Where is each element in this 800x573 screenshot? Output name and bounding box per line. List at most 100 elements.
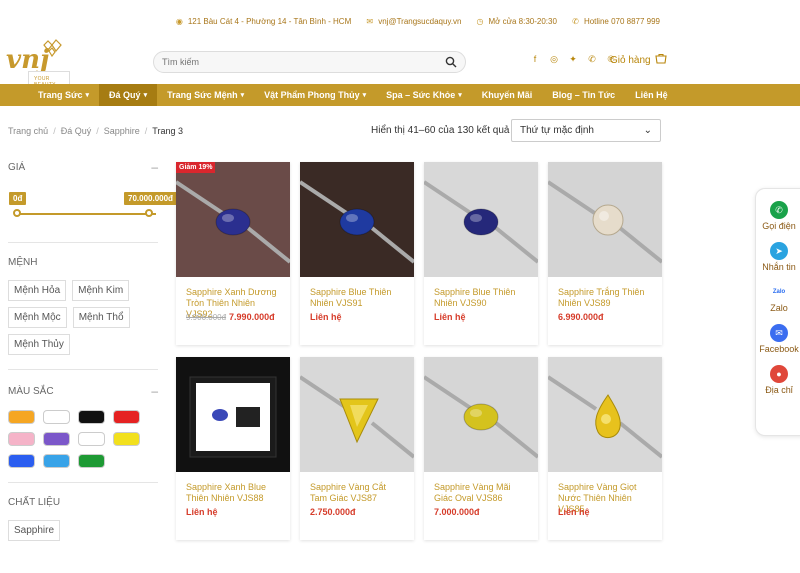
collapse-icon[interactable]: – bbox=[151, 384, 158, 398]
breadcrumb-da-quy[interactable]: Đá Quý bbox=[61, 126, 92, 136]
price-slider-max-handle[interactable] bbox=[145, 209, 153, 217]
color-swatch[interactable] bbox=[113, 432, 140, 446]
tag-menh-thuy[interactable]: Mệnh Thủy bbox=[8, 334, 70, 355]
product-name[interactable]: Sapphire Xanh Dương Tròn Thiên Nhiên VJS… bbox=[176, 277, 290, 319]
product-name[interactable]: Sapphire Vàng Cắt Tam Giác VJS87 bbox=[300, 472, 414, 505]
chevron-down-icon: ▾ bbox=[362, 92, 367, 99]
breadcrumb-home[interactable]: Trang chủ bbox=[8, 126, 48, 136]
main-nav: Trang Sức ▾ Đá Quý ▾ Trang Sức Mệnh ▾ Vật P… bbox=[0, 84, 800, 106]
nav-item-trang-suc[interactable]: Trang Sức ▾ bbox=[28, 84, 99, 106]
price-filter-title[interactable]: GIÁ – bbox=[8, 160, 158, 174]
product-name[interactable]: Sapphire Vàng Mãi Giác Oval VJS86 bbox=[424, 472, 538, 505]
cart-icon bbox=[654, 53, 667, 67]
product-name[interactable]: Sapphire Xanh Blue Thiên Nhiên VJS88 bbox=[176, 472, 290, 505]
facebook-icon[interactable]: f bbox=[530, 54, 540, 64]
product-card[interactable]: Sapphire Trắng Thiên Nhiên VJS89 6.990.00… bbox=[548, 162, 662, 345]
email-link[interactable]: ✉ vnj@Trangsucdaquy.vn bbox=[365, 17, 461, 26]
product-image[interactable] bbox=[300, 162, 414, 277]
color-swatch[interactable] bbox=[8, 432, 35, 446]
product-image[interactable] bbox=[176, 357, 290, 472]
price-max-badge: 70.000.000đ bbox=[124, 192, 177, 205]
sort-select[interactable]: Thứ tự mặc định ⌄ bbox=[511, 119, 661, 142]
product-card[interactable]: Sapphire Xanh Blue Thiên Nhiên VJS88 Liên… bbox=[176, 357, 290, 540]
instagram-icon[interactable]: ◎ bbox=[549, 54, 559, 64]
tag-menh-hoa[interactable]: Mệnh Hỏa bbox=[8, 280, 67, 301]
contact-map-pin[interactable]: ● Địa chỉ bbox=[765, 365, 793, 395]
hotline-link[interactable]: ✆ Hotline 070 8877 999 bbox=[571, 17, 660, 26]
product-name[interactable]: Sapphire Vàng Giọt Nước Thiên Nhiên VJS8… bbox=[548, 472, 662, 514]
search-icon[interactable] bbox=[445, 56, 457, 68]
color-swatch[interactable] bbox=[8, 410, 35, 424]
sort-selected: Thứ tự mặc định bbox=[520, 125, 594, 136]
breadcrumb: Trang chủ / Đá Quý / Sapphire / Trang 3 bbox=[8, 126, 183, 136]
color-swatch[interactable] bbox=[113, 410, 140, 424]
contact-phone[interactable]: ✆ Gọi điện bbox=[762, 201, 796, 231]
cart-link[interactable]: Giỏ hàng bbox=[610, 53, 667, 67]
product-price: 9.900.000đ 7.990.000đ bbox=[176, 310, 290, 324]
nav-item-khuyen-mai[interactable]: Khuyến Mãi bbox=[472, 84, 543, 106]
color-swatch[interactable] bbox=[78, 432, 105, 446]
product-name[interactable]: Sapphire Blue Thiên Nhiên VJS91 bbox=[300, 277, 414, 310]
product-card[interactable]: Sapphire Vàng Giọt Nước Thiên Nhiên VJS8… bbox=[548, 357, 662, 540]
nav-item-vat-pham[interactable]: Vật Phẩm Phong Thủy ▾ bbox=[254, 84, 376, 106]
chevron-down-icon: ▾ bbox=[85, 92, 90, 99]
product-image[interactable] bbox=[300, 357, 414, 472]
product-card[interactable]: Sapphire Vàng Mãi Giác Oval VJS86 7.000.0… bbox=[424, 357, 538, 540]
contact-messenger[interactable]: ✉ Facebook bbox=[759, 324, 799, 354]
location-icon: ◉ bbox=[175, 16, 183, 26]
divider bbox=[8, 242, 158, 243]
product-image[interactable]: Giảm 19% bbox=[176, 162, 290, 277]
nav-item-trang-suc-menh[interactable]: Trang Sức Mệnh ▾ bbox=[157, 84, 254, 106]
nav-item-blog[interactable]: Blog – Tin Tức bbox=[542, 84, 625, 106]
tag-sapphire[interactable]: Sapphire bbox=[8, 520, 61, 541]
current-price: Liên hệ bbox=[310, 312, 342, 322]
product-name[interactable]: Sapphire Blue Thiên Nhiên VJS90 bbox=[424, 277, 538, 310]
phone-icon[interactable]: ✆ bbox=[587, 54, 597, 64]
material-filter-label: CHẤT LIỆU bbox=[8, 497, 61, 508]
nav-item-spa[interactable]: Spa – Sức Khỏe ▾ bbox=[376, 84, 472, 106]
tag-menh-moc[interactable]: Mệnh Mộc bbox=[8, 307, 67, 328]
product-image[interactable] bbox=[548, 357, 662, 472]
nav-item-lien-he[interactable]: Liên Hệ bbox=[625, 84, 678, 106]
color-swatch[interactable] bbox=[78, 454, 105, 468]
product-price: 2.750.000đ bbox=[300, 505, 414, 519]
product-price: Liên hệ bbox=[176, 505, 290, 519]
color-swatch[interactable] bbox=[78, 410, 105, 424]
mail-icon: ✉ bbox=[366, 16, 374, 26]
search-input[interactable] bbox=[162, 57, 445, 67]
product-price: Liên hệ bbox=[424, 310, 538, 324]
color-swatch[interactable] bbox=[43, 454, 70, 468]
price-slider-min-handle[interactable] bbox=[13, 209, 21, 217]
divider bbox=[8, 482, 158, 483]
product-price: Liên hệ bbox=[300, 310, 414, 324]
contact-telegram[interactable]: ➤ Nhắn tin bbox=[762, 242, 796, 272]
color-filter-title[interactable]: MÀU SẮC – bbox=[8, 384, 158, 398]
zalo-icon: Zalo bbox=[770, 283, 788, 301]
color-swatch[interactable] bbox=[43, 410, 70, 424]
chevron-down-icon: ⌄ bbox=[643, 125, 652, 136]
tag-menh-tho[interactable]: Mệnh Thổ bbox=[72, 307, 130, 328]
twitter-icon[interactable]: ✦ bbox=[568, 54, 578, 64]
color-swatch[interactable] bbox=[8, 454, 35, 468]
logo[interactable]: vnj YOUR BEAUTY bbox=[6, 37, 70, 93]
breadcrumb-current: Trang 3 bbox=[152, 126, 183, 136]
tag-menh-kim[interactable]: Mệnh Kim bbox=[72, 280, 130, 301]
collapse-icon[interactable]: – bbox=[151, 160, 158, 174]
product-card[interactable]: Sapphire Blue Thiên Nhiên VJS90 Liên hệ bbox=[424, 162, 538, 345]
product-card[interactable]: Giảm 19% Sapphire Xanh Dương Tròn Thiên N… bbox=[176, 162, 290, 345]
contact-label: Nhắn tin bbox=[762, 262, 796, 272]
hours-text: Mở cửa 8:30-20:30 bbox=[488, 16, 557, 26]
product-card[interactable]: Sapphire Blue Thiên Nhiên VJS91 Liên hệ bbox=[300, 162, 414, 345]
nav-item-da-quy[interactable]: Đá Quý ▾ bbox=[99, 84, 158, 106]
color-swatch[interactable] bbox=[43, 432, 70, 446]
product-name[interactable]: Sapphire Trắng Thiên Nhiên VJS89 bbox=[548, 277, 662, 310]
contact-zalo[interactable]: Zalo Zalo bbox=[770, 283, 788, 313]
product-card[interactable]: Sapphire Vàng Cắt Tam Giác VJS87 2.750.00… bbox=[300, 357, 414, 540]
price-slider-track[interactable] bbox=[16, 213, 156, 215]
product-image[interactable] bbox=[424, 357, 538, 472]
product-image[interactable] bbox=[424, 162, 538, 277]
breadcrumb-sapphire[interactable]: Sapphire bbox=[104, 126, 140, 136]
product-image[interactable] bbox=[548, 162, 662, 277]
address-link[interactable]: ◉ 121 Bàu Cát 4 - Phường 14 - Tân Bình - … bbox=[175, 17, 351, 26]
breadcrumb-separator: / bbox=[144, 126, 148, 136]
